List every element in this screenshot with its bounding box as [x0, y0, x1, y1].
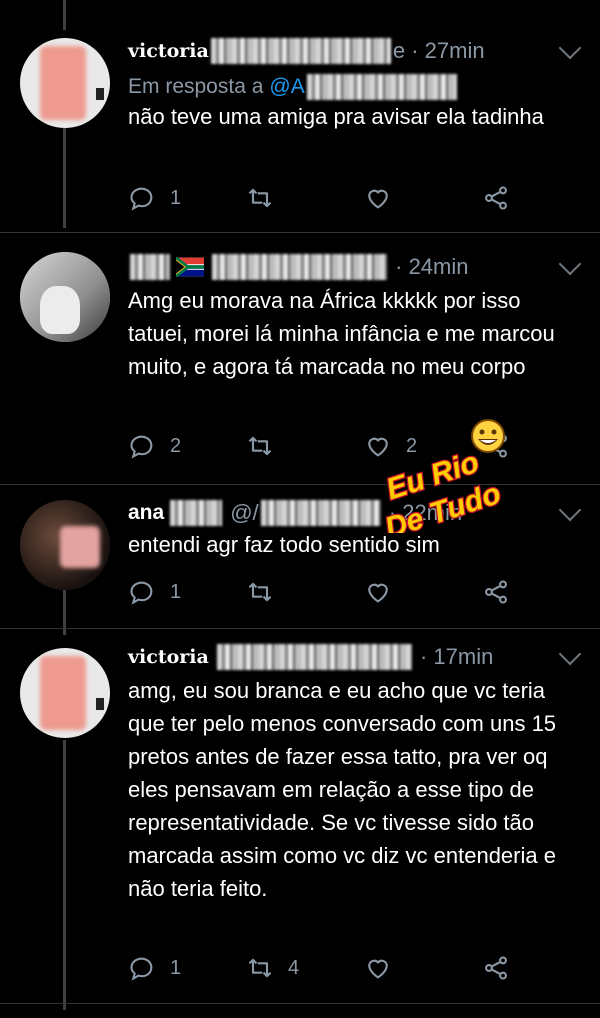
reply-count: 1 — [170, 956, 182, 979]
redacted-handle — [260, 500, 381, 526]
like-icon — [368, 959, 388, 979]
reply-button[interactable]: 1 — [128, 954, 181, 982]
tweet-text: não teve uma amiga pra avisar ela tadinh… — [128, 104, 544, 129]
tweet[interactable]: victoria · 17min amg, eu sou branca e eu… — [0, 642, 600, 1002]
tweet-actions: 1 4 — [128, 954, 568, 984]
reply-icon — [130, 187, 153, 211]
reply-prefix: Em resposta a — [128, 75, 264, 98]
tweet-actions: 1 — [128, 184, 568, 214]
retweet-button[interactable] — [246, 578, 288, 606]
tweet[interactable]: victoria e · 27min Em resposta a @A não … — [0, 30, 600, 230]
display-name[interactable]: victoria — [128, 646, 209, 668]
tweet-divider — [0, 232, 600, 233]
tweet-header: victoria e · 27min — [128, 36, 485, 66]
tweet-divider — [0, 1003, 600, 1004]
timestamp[interactable]: 17min — [433, 644, 493, 670]
like-icon — [368, 583, 388, 603]
handle-suffix: e — [392, 38, 406, 63]
share-button[interactable] — [482, 578, 510, 606]
share-icon — [485, 580, 507, 604]
retweet-icon — [248, 436, 272, 456]
watermark-logo: Eu Rio De Tudo — [380, 419, 506, 533]
display-name[interactable]: ana — [128, 501, 164, 525]
separator-dot: · — [389, 254, 409, 279]
redacted-name — [130, 254, 170, 280]
chevron-down-icon[interactable] — [558, 498, 582, 522]
like-icon — [368, 189, 388, 209]
redacted-mention — [306, 74, 457, 100]
tweet-header: victoria · 17min — [128, 642, 493, 672]
timestamp[interactable]: 24min — [409, 254, 469, 280]
reply-icon — [130, 435, 153, 459]
separator-dot: · — [413, 644, 434, 669]
thread-line — [63, 0, 66, 30]
chevron-down-icon[interactable] — [558, 252, 582, 276]
timestamp[interactable]: 27min — [425, 38, 485, 64]
separator-dot: · — [405, 38, 425, 63]
south-africa-flag-icon — [176, 257, 204, 277]
reply-count: 2 — [170, 434, 182, 457]
avatar[interactable] — [20, 648, 110, 738]
retweet-count: 4 — [288, 956, 300, 979]
avatar[interactable] — [20, 252, 110, 342]
retweet-icon — [248, 958, 272, 978]
reply-icon — [130, 957, 153, 981]
like-button[interactable] — [364, 184, 406, 212]
redacted-handle — [210, 38, 391, 64]
tweet-actions: 1 — [128, 578, 568, 608]
share-icon — [485, 186, 507, 210]
reply-icon — [130, 581, 153, 605]
tweet-text: amg, eu sou branca e eu acho que vc teri… — [128, 678, 557, 901]
retweet-icon — [248, 582, 272, 602]
redacted-handle — [212, 254, 387, 280]
reply-context: Em resposta a @A — [128, 74, 459, 100]
reply-mention[interactable]: @A — [269, 75, 304, 99]
reply-button[interactable]: 2 — [128, 432, 181, 460]
reply-button[interactable]: 1 — [128, 578, 181, 606]
retweet-button[interactable] — [246, 432, 288, 460]
tweet-text: Amg eu morava na África kkkkk por isso t… — [128, 288, 555, 379]
share-button[interactable] — [482, 954, 510, 982]
avatar[interactable] — [20, 500, 110, 590]
tweet-divider — [0, 628, 600, 629]
share-icon — [485, 956, 507, 980]
handle-prefix: @/ — [230, 500, 259, 525]
avatar[interactable] — [20, 38, 110, 128]
retweet-button[interactable]: 4 — [246, 954, 299, 982]
retweet-button[interactable] — [246, 184, 288, 212]
display-name[interactable]: victoria — [128, 40, 209, 62]
reply-count: 1 — [170, 186, 182, 209]
chevron-down-icon[interactable] — [558, 642, 582, 666]
retweet-icon — [248, 188, 272, 208]
chevron-down-icon[interactable] — [558, 36, 582, 60]
like-button[interactable] — [364, 578, 406, 606]
tweet-header: · 24min — [128, 252, 468, 282]
reply-count: 1 — [170, 580, 182, 603]
share-button[interactable] — [482, 184, 510, 212]
redacted-name — [170, 500, 223, 526]
redacted-handle — [216, 644, 412, 670]
like-button[interactable] — [364, 954, 406, 982]
reply-button[interactable]: 1 — [128, 184, 181, 212]
